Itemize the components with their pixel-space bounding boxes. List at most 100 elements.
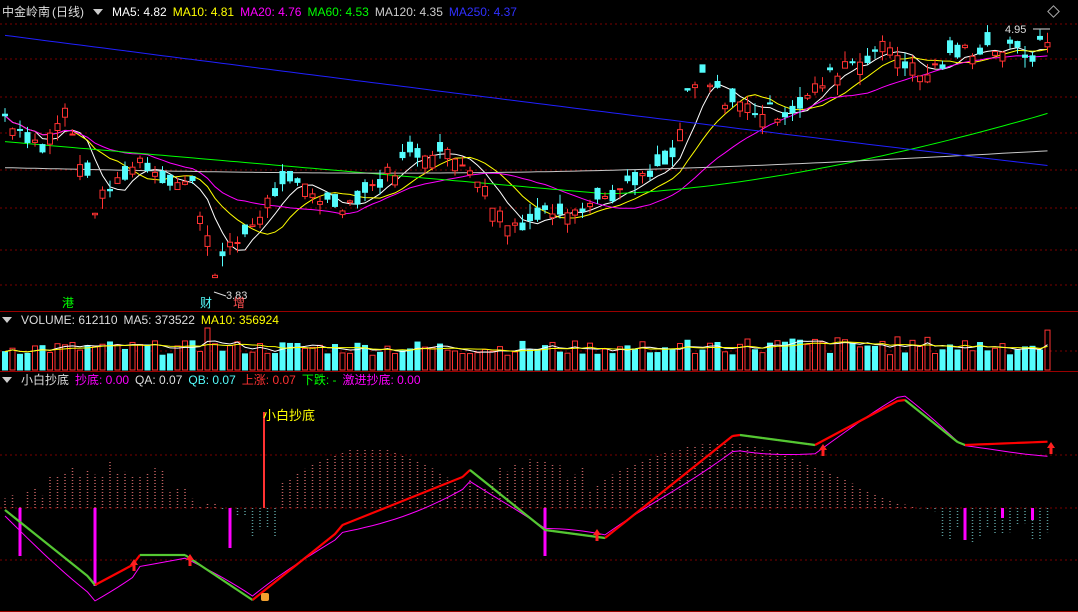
- candle-body: [857, 61, 863, 75]
- volume-bar: [324, 353, 331, 371]
- fall-segment: [529, 517, 539, 525]
- stock-chart[interactable]: 4.953.83港财增小白抄底: [0, 0, 1078, 612]
- volume-bar: [534, 348, 541, 371]
- volume-bar: [1014, 349, 1021, 371]
- fall-segment: [762, 436, 771, 441]
- volume-bar: [362, 344, 368, 371]
- candle-body: [647, 170, 653, 177]
- candle-body: [917, 75, 923, 83]
- candle-body: [789, 105, 796, 114]
- rise-segment: [897, 398, 906, 403]
- fall-segment: [491, 487, 501, 495]
- rise-segment: [296, 557, 306, 565]
- fall-segment: [26, 527, 36, 535]
- volume-bar: [174, 345, 181, 371]
- candle-body: [437, 142, 443, 152]
- volume-bar: [684, 339, 691, 371]
- rise-segment: [829, 432, 839, 438]
- fall-segment: [792, 440, 801, 445]
- candle-body: [99, 189, 106, 199]
- volume-bar: [752, 349, 758, 371]
- volume-bar: [737, 343, 743, 371]
- candle-body: [9, 128, 16, 136]
- rise-segment: [394, 499, 403, 506]
- volume-bar: [617, 346, 623, 371]
- candle-body: [174, 182, 181, 191]
- rise-segment: [709, 447, 719, 455]
- candle-body: [77, 164, 83, 177]
- candle-body: [714, 81, 721, 88]
- rise-segment: [266, 581, 276, 589]
- volume-series: [2, 327, 1051, 371]
- volume-bar: [512, 351, 518, 371]
- fall-segment: [484, 481, 494, 489]
- rise-segment: [679, 471, 689, 479]
- candle-body: [264, 197, 271, 209]
- rise-segment: [109, 572, 119, 578]
- candle-body: [632, 172, 638, 186]
- candle-body: [782, 112, 788, 118]
- rise-segment: [732, 433, 741, 438]
- candle-body: [579, 208, 586, 213]
- volume-bar: [557, 351, 563, 371]
- candle-body: [309, 193, 316, 199]
- candle-body: [384, 166, 391, 174]
- fall-segment: [777, 438, 786, 443]
- rise-segment: [402, 496, 411, 503]
- high-price-label: 4.95: [1005, 24, 1026, 36]
- volume-bar: [647, 352, 653, 371]
- moving-average-lines: [4, 34, 1048, 251]
- volume-bar: [212, 343, 218, 371]
- volume-bar: [122, 348, 128, 371]
- rise-segment: [326, 533, 336, 541]
- qb-line: [4, 395, 1048, 602]
- event-mark-zeng: 增: [233, 296, 245, 310]
- candle-body: [414, 148, 421, 158]
- volume-bar: [917, 345, 923, 371]
- candle-body: [954, 44, 961, 58]
- fall-segment: [469, 469, 479, 477]
- fall-segment: [747, 434, 756, 439]
- volume-bar: [1037, 349, 1043, 371]
- volume-bar: [474, 352, 481, 371]
- candle-body: [804, 94, 811, 99]
- candle-body: [54, 123, 61, 131]
- candle-body: [302, 183, 308, 197]
- rise-segment: [821, 436, 831, 442]
- fall-segment: [552, 529, 561, 534]
- volume-bar: [407, 348, 413, 371]
- up-arrow-icon: [593, 529, 601, 541]
- fall-segment: [807, 442, 816, 447]
- candle-body: [977, 47, 983, 55]
- volume-bar: [729, 354, 736, 371]
- candle-body: [1044, 42, 1051, 48]
- candle-body: [219, 251, 226, 257]
- candle-body: [227, 241, 233, 248]
- rise-segment: [289, 563, 299, 571]
- volume-bar: [17, 353, 23, 371]
- candle-body: [114, 177, 121, 184]
- candle-body: [362, 182, 368, 193]
- volume-bar: [864, 345, 871, 371]
- volume-bar: [639, 341, 646, 371]
- fall-segment: [79, 569, 89, 577]
- candle-body: [62, 107, 68, 118]
- candle-body: [707, 84, 713, 88]
- fall-segment: [754, 435, 763, 440]
- volume-bar: [1044, 329, 1051, 371]
- candle-body: [617, 188, 623, 191]
- candle-body: [354, 190, 361, 205]
- volume-bar: [504, 354, 511, 371]
- fall-segment: [544, 528, 553, 533]
- rise-segment: [656, 489, 666, 497]
- chaodi-signal-bar: [963, 508, 967, 540]
- candle-body: [939, 64, 946, 69]
- candle-body: [249, 224, 256, 228]
- candle-body: [294, 178, 301, 183]
- candle-body: [39, 144, 46, 153]
- volume-bar: [422, 346, 428, 371]
- volume-bar: [24, 352, 31, 371]
- fall-segment: [957, 440, 966, 447]
- candle-body: [602, 195, 608, 200]
- candle-body: [122, 166, 128, 180]
